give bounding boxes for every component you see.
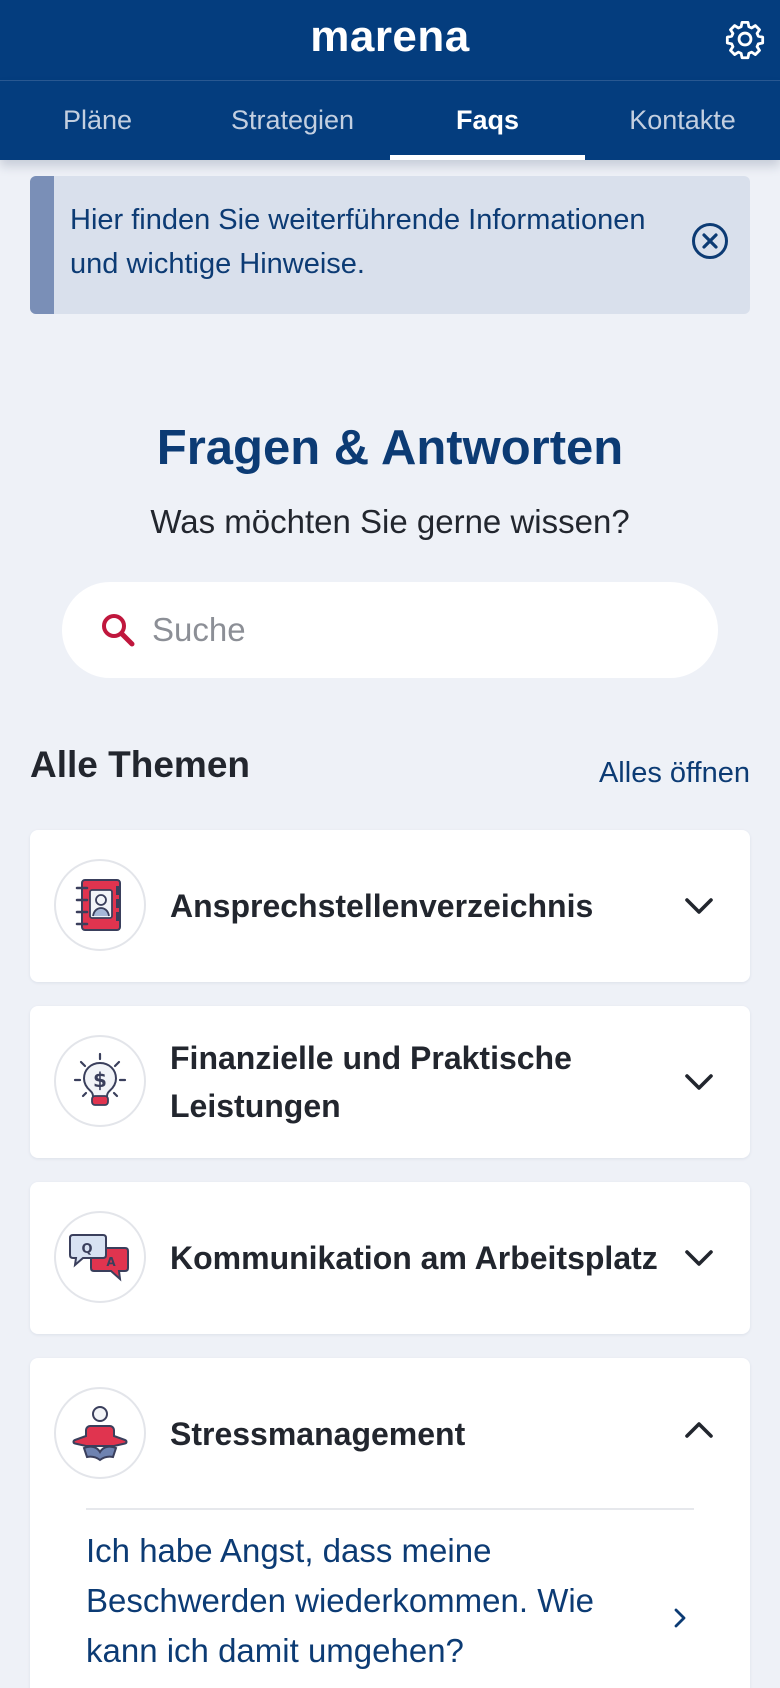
page-title: Fragen & Antworten — [156, 421, 624, 475]
topic-icon-wrapper — [54, 1387, 146, 1479]
search-bar — [62, 582, 718, 678]
search-icon — [102, 614, 135, 647]
topic-title: Kommunikation am Arbeitsplatz — [170, 1240, 658, 1276]
topic-title: Ansprechstellenverzeichnis — [170, 888, 594, 924]
topic-title: Stressmanagement — [170, 1416, 466, 1452]
chevron-right-icon[interactable] — [668, 1606, 692, 1630]
chevron-down-icon[interactable] — [682, 1065, 716, 1099]
section-title: Alle Themen — [30, 744, 250, 785]
topic-card-kommunikation[interactable]: Q A Kommunikation am Arbeitsplatz — [30, 1182, 750, 1334]
tab-bar: Pläne Strategien Faqs Kontakte — [0, 81, 780, 160]
banner-text: Hier finden Sie weiterführende Informati… — [70, 204, 646, 280]
topic-card-stressmanagement[interactable]: Stressmanagement Ich habe Angst, dass me… — [30, 1358, 750, 1688]
tab-plaene[interactable]: Pläne — [0, 81, 195, 160]
chevron-down-icon[interactable] — [682, 889, 716, 923]
topic-card-finanzielle[interactable]: $ Finanzielle und Praktische Leistungen — [30, 1006, 750, 1158]
brand-logo: marena — [310, 12, 470, 61]
info-banner: Hier finden Sie weiterführende Informati… — [30, 176, 750, 314]
top-app-bar: marena — [0, 0, 780, 81]
faq-question-link[interactable]: Ich habe Angst, dass meine Beschwerden w… — [86, 1526, 626, 1676]
chevron-up-icon[interactable] — [682, 1413, 716, 1447]
address-book-icon — [75, 879, 121, 931]
tab-strategien[interactable]: Strategien — [195, 81, 390, 160]
topic-title: Finanzielle und Praktische Leistungen — [170, 1040, 572, 1124]
tab-faqs[interactable]: Faqs — [390, 81, 585, 160]
meditation-icon — [72, 1406, 128, 1462]
topic-icon-wrapper: $ — [54, 1035, 146, 1127]
svg-text:A: A — [106, 1255, 116, 1269]
topic-icon-wrapper: Q A — [54, 1211, 146, 1303]
page-subtitle: Was möchten Sie gerne wissen? — [150, 503, 630, 540]
topic-card-ansprechstellen[interactable]: Ansprechstellenverzeichnis — [30, 830, 750, 982]
chevron-down-icon[interactable] — [682, 1241, 716, 1275]
gear-icon[interactable] — [724, 18, 766, 60]
lightbulb-dollar-icon: $ — [73, 1052, 127, 1106]
svg-text:$: $ — [93, 1068, 107, 1092]
tab-kontakte[interactable]: Kontakte — [585, 81, 780, 160]
svg-text:Q: Q — [81, 1242, 92, 1257]
topic-icon-wrapper — [54, 859, 146, 951]
divider — [86, 1508, 694, 1510]
close-circle-icon[interactable] — [690, 221, 730, 261]
search-input[interactable] — [152, 600, 672, 660]
open-all-link[interactable]: Alles öffnen — [599, 757, 750, 790]
qa-speech-bubbles-icon: Q A — [69, 1234, 129, 1282]
banner-accent-bar — [30, 176, 54, 314]
